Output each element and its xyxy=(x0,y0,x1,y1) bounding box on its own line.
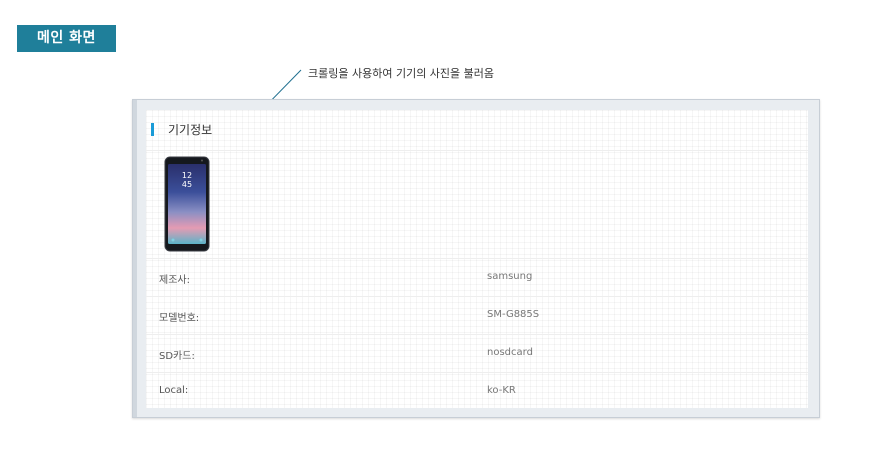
manufacturer-value: samsung xyxy=(487,271,533,282)
info-row-sdcard: SD카드: nosdcard xyxy=(146,335,808,373)
info-row-manufacturer: 제조사: samsung xyxy=(146,259,808,297)
model-value: SM-G885S xyxy=(487,309,540,320)
device-image-row: 12 45 xyxy=(146,151,808,259)
card-header: 기기정보 xyxy=(146,110,808,151)
locale-value: ko-KR xyxy=(487,385,516,396)
sdcard-label: SD카드: xyxy=(159,351,195,362)
locale-label: Local: xyxy=(159,385,189,396)
title-accent-bar xyxy=(151,123,154,136)
phone-clock-minute: 45 xyxy=(182,180,192,189)
info-row-model: 모델번호: SM-G885S xyxy=(146,297,808,335)
device-info-frame: 기기정보 12 45 제조사: samsung 모델번호: SM-G885S S… xyxy=(132,99,820,418)
annotation-text: 크롤링을 사용하여 기기의 사진을 불러옴 xyxy=(308,67,495,80)
phone-image: 12 45 xyxy=(164,156,210,252)
card-title: 기기정보 xyxy=(168,123,213,137)
model-label: 모델번호: xyxy=(159,313,200,324)
device-info-card: 기기정보 12 45 제조사: samsung 모델번호: SM-G885S S… xyxy=(146,110,808,408)
manufacturer-label: 제조사: xyxy=(159,275,190,286)
phone-clock-hour: 12 xyxy=(182,171,192,180)
sdcard-value: nosdcard xyxy=(487,347,533,358)
info-row-locale: Local: ko-KR xyxy=(146,373,808,410)
main-screen-label: 메인 화면 xyxy=(17,25,116,52)
